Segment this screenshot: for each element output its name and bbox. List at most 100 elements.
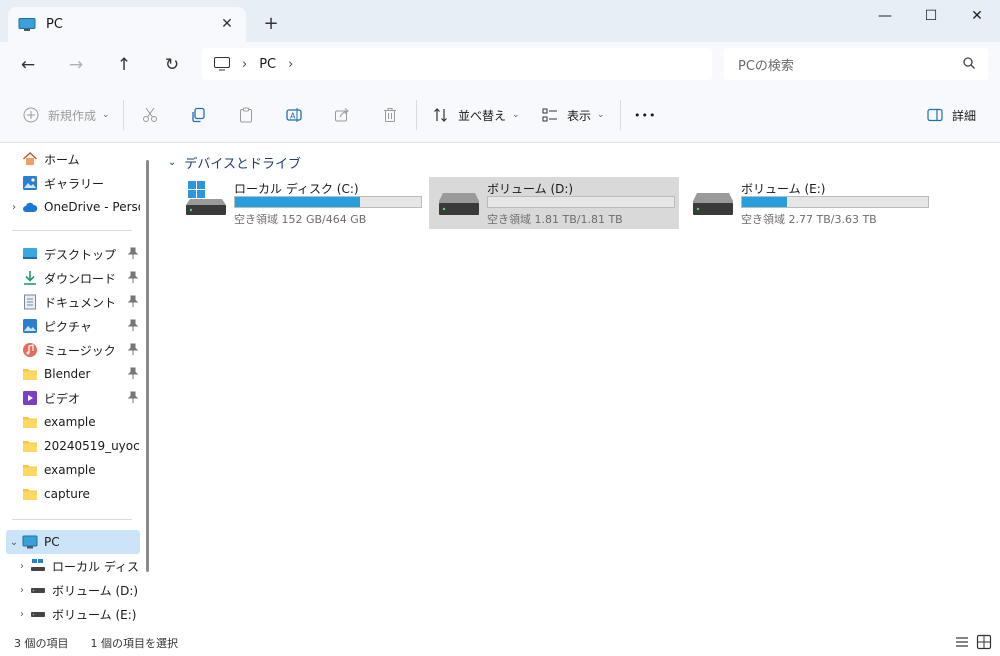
tab-title: PC — [46, 17, 63, 32]
address-bar[interactable]: › PC › — [202, 48, 712, 80]
search-icon — [962, 56, 976, 70]
delete-button[interactable] — [381, 102, 407, 128]
gallery-icon — [22, 175, 38, 191]
close-window-button[interactable]: ✕ — [954, 0, 1000, 32]
sidebar-item-pictures[interactable]: ピクチャ — [6, 314, 140, 338]
pin-icon[interactable] — [127, 343, 139, 355]
sidebar-item-drive-c[interactable]: › ローカル ディスク (C:) — [14, 554, 140, 578]
folder-icon — [22, 486, 38, 502]
pin-icon[interactable] — [127, 295, 139, 307]
folder-icon — [22, 366, 38, 382]
download-icon — [22, 270, 38, 286]
sidebar-item-example-2[interactable]: example — [6, 458, 140, 482]
video-icon — [22, 390, 38, 406]
drive-tile-c[interactable]: ローカル ディスク (C:) 空き領域 152 GB/464 GB — [176, 177, 426, 229]
pin-icon[interactable] — [127, 247, 139, 259]
details-pane-button[interactable]: 詳細 — [926, 102, 976, 128]
minimize-button[interactable]: — — [862, 0, 908, 32]
forward-button[interactable]: → — [60, 50, 92, 80]
up-button[interactable]: ↑ — [108, 50, 140, 80]
chevron-right-icon[interactable]: › — [14, 585, 30, 596]
sidebar-item-videos[interactable]: ビデオ — [6, 386, 140, 410]
drive-tile-e[interactable]: ボリューム (E:) 空き領域 2.77 TB/3.63 TB — [683, 177, 933, 229]
tab-pc[interactable]: PC ✕ — [8, 7, 246, 42]
pin-icon[interactable] — [127, 367, 139, 379]
sidebar-item-example[interactable]: example — [6, 410, 140, 434]
folder-icon — [22, 414, 38, 430]
cut-button[interactable] — [141, 102, 167, 128]
toolbar-divider — [416, 100, 417, 130]
copy-icon — [189, 106, 207, 124]
tab-close-button[interactable]: ✕ — [218, 15, 236, 33]
sidebar-item-onedrive[interactable]: › OneDrive - Personal — [6, 195, 140, 219]
view-button[interactable]: 表示 ⌄ — [541, 102, 605, 128]
search-input[interactable]: PCの検索 — [724, 48, 988, 80]
chevron-right-icon[interactable]: › — [288, 57, 293, 72]
desktop-icon — [22, 246, 38, 262]
status-bar: 3 個の項目 1 個の項目を選択 — [0, 630, 1000, 656]
sidebar-item-music[interactable]: ミュージック — [6, 338, 140, 362]
group-title: デバイスとドライブ — [184, 157, 302, 172]
sidebar-item-downloads[interactable]: ダウンロード — [6, 266, 140, 290]
title-bar: PC ✕ + — ☐ ✕ — [0, 0, 1000, 42]
tiles-view-icon[interactable] — [976, 634, 994, 652]
drive-tile-d[interactable]: ボリューム (D:) 空き領域 1.81 TB/1.81 TB — [429, 177, 679, 229]
sidebar-item-gallery[interactable]: ギャラリー — [6, 171, 140, 195]
sidebar-item-drive-d[interactable]: › ボリューム (D:) — [14, 578, 140, 602]
sidebar-scrollbar[interactable] — [146, 160, 149, 572]
chevron-right-icon[interactable]: › — [14, 609, 30, 620]
sort-button[interactable]: 並べ替え ⌄ — [432, 102, 520, 128]
status-selected-count: 1 個の項目を選択 — [90, 637, 179, 650]
document-icon — [22, 294, 38, 310]
paste-button[interactable] — [237, 102, 263, 128]
status-item-count: 3 個の項目 — [14, 637, 69, 650]
navigation-pane: ホーム ギャラリー › OneDrive - Personal デスクトップ ダ… — [0, 143, 150, 630]
sidebar-item-drive-e[interactable]: › ボリューム (E:) — [14, 602, 140, 626]
sidebar-divider — [12, 519, 132, 520]
details-view-icon[interactable] — [954, 634, 972, 652]
drive-free-space: 空き領域 152 GB/464 GB — [234, 213, 367, 226]
folder-icon — [22, 438, 38, 454]
group-header-devices[interactable]: ⌄ デバイスとドライブ — [168, 153, 301, 172]
sidebar-item-documents[interactable]: ドキュメント — [6, 290, 140, 314]
sort-button-label: 並べ替え — [458, 108, 507, 123]
more-options-button[interactable]: ••• — [634, 102, 656, 128]
sidebar-item-home[interactable]: ホーム — [6, 147, 140, 171]
sidebar-item-desktop[interactable]: デスクトップ — [6, 242, 140, 266]
new-button[interactable]: 新規作成 ⌄ — [22, 102, 110, 128]
share-button[interactable] — [333, 102, 359, 128]
share-icon — [333, 106, 351, 124]
sort-icon — [432, 106, 450, 124]
chevron-down-icon: ⌄ — [168, 157, 177, 168]
pin-icon[interactable] — [127, 391, 139, 403]
scissors-icon — [141, 106, 159, 124]
pin-icon[interactable] — [127, 271, 139, 283]
trash-icon — [381, 106, 399, 124]
drive-icon — [30, 582, 46, 598]
drive-usage-fill — [742, 197, 787, 207]
refresh-button[interactable]: ↻ — [156, 50, 188, 80]
sidebar-item-capture[interactable]: capture — [6, 482, 140, 506]
drive-usage-bar — [234, 196, 422, 208]
chevron-right-icon[interactable]: › — [14, 561, 30, 572]
new-tab-button[interactable]: + — [260, 12, 282, 34]
search-placeholder: PCの検索 — [738, 58, 794, 74]
rename-button[interactable]: A — [285, 102, 311, 128]
pin-icon[interactable] — [127, 319, 139, 331]
sidebar-item-pc[interactable]: ⌄ PC — [6, 530, 140, 554]
clipboard-icon — [237, 106, 255, 124]
toolbar-divider — [620, 100, 621, 130]
svg-text:A: A — [290, 112, 296, 121]
drive-free-space: 空き領域 2.77 TB/3.63 TB — [741, 213, 877, 226]
copy-button[interactable] — [189, 102, 215, 128]
system-drive-icon — [30, 558, 46, 574]
chevron-right-icon[interactable]: › — [6, 202, 22, 213]
content-pane: ⌄ デバイスとドライブ ローカル ディスク (C:) 空き領域 152 GB/4… — [160, 143, 1000, 630]
chevron-down-icon[interactable]: ⌄ — [6, 537, 22, 548]
view-list-icon — [541, 106, 559, 124]
sidebar-item-blender[interactable]: Blender — [6, 362, 140, 386]
sidebar-item-20240519-uyocon[interactable]: 20240519_uyocon — [6, 434, 140, 458]
back-button[interactable]: ← — [12, 50, 44, 80]
maximize-button[interactable]: ☐ — [908, 0, 954, 32]
address-segment-pc[interactable]: PC — [259, 57, 276, 72]
